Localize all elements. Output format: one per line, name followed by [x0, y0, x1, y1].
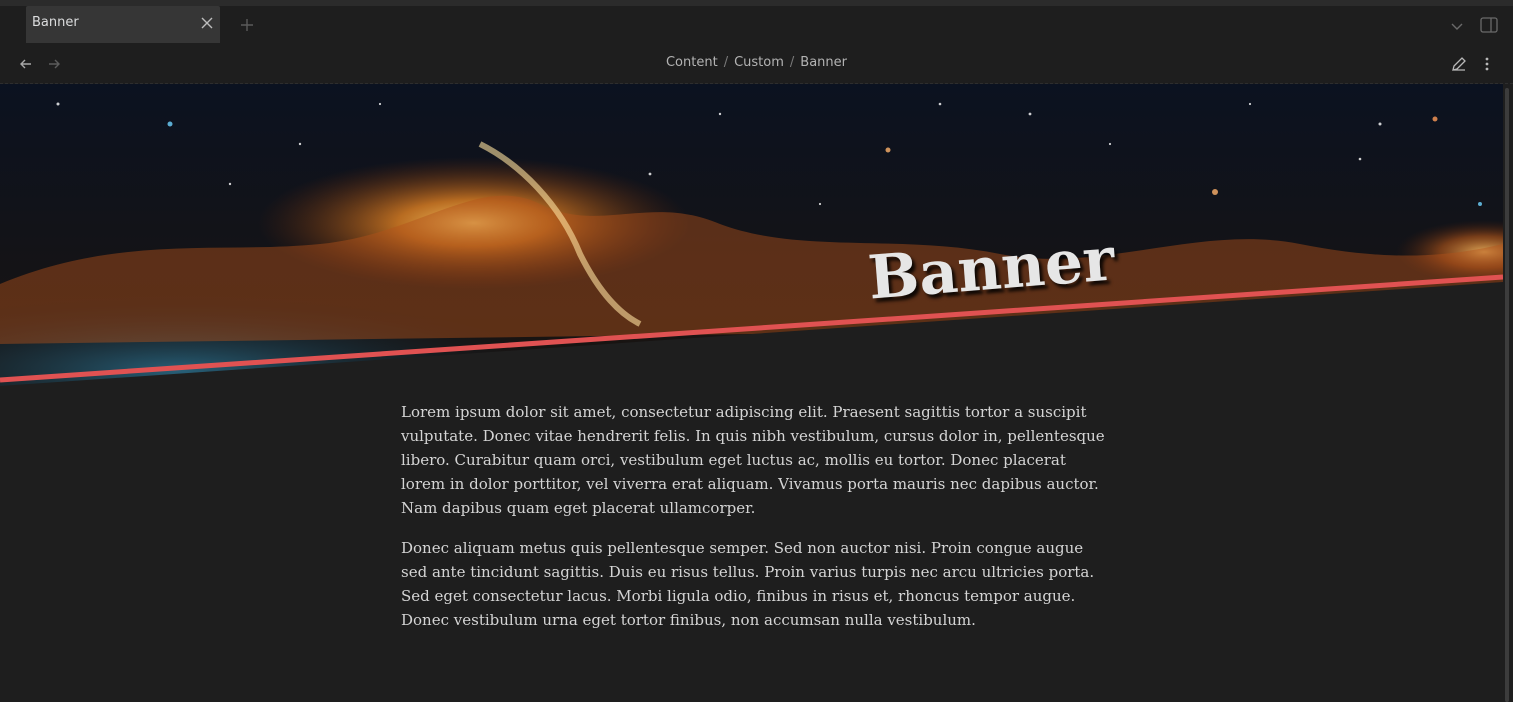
nebula-artwork [0, 84, 1503, 386]
breadcrumb: Content / Custom / Banner [665, 55, 847, 70]
tab-title: Banner [32, 15, 79, 30]
pencil-icon[interactable] [1451, 56, 1467, 72]
tab-bar: Banner [0, 6, 1513, 46]
more-vertical-icon[interactable] [1480, 56, 1494, 72]
scrollbar-thumb[interactable] [1505, 88, 1509, 702]
paragraph: Donec aliquam metus quis pellentesque se… [401, 539, 1095, 629]
close-icon[interactable] [200, 16, 214, 30]
sidebar-toggle-icon[interactable] [1480, 17, 1498, 33]
chevron-down-icon[interactable] [1450, 19, 1464, 33]
breadcrumb-item-custom[interactable]: Custom [734, 55, 784, 70]
breadcrumb-item-banner[interactable]: Banner [800, 55, 847, 70]
tab-banner[interactable]: Banner [26, 6, 220, 43]
plus-icon[interactable] [240, 18, 254, 32]
banner-image: Banner [0, 84, 1503, 386]
note-content: Lorem ipsum dolor sit amet, consectetur … [401, 400, 1111, 648]
navigation-bar: Content / Custom / Banner [0, 46, 1513, 84]
breadcrumb-item-content[interactable]: Content [666, 55, 718, 70]
paragraph: Lorem ipsum dolor sit amet, consectetur … [401, 403, 1105, 517]
